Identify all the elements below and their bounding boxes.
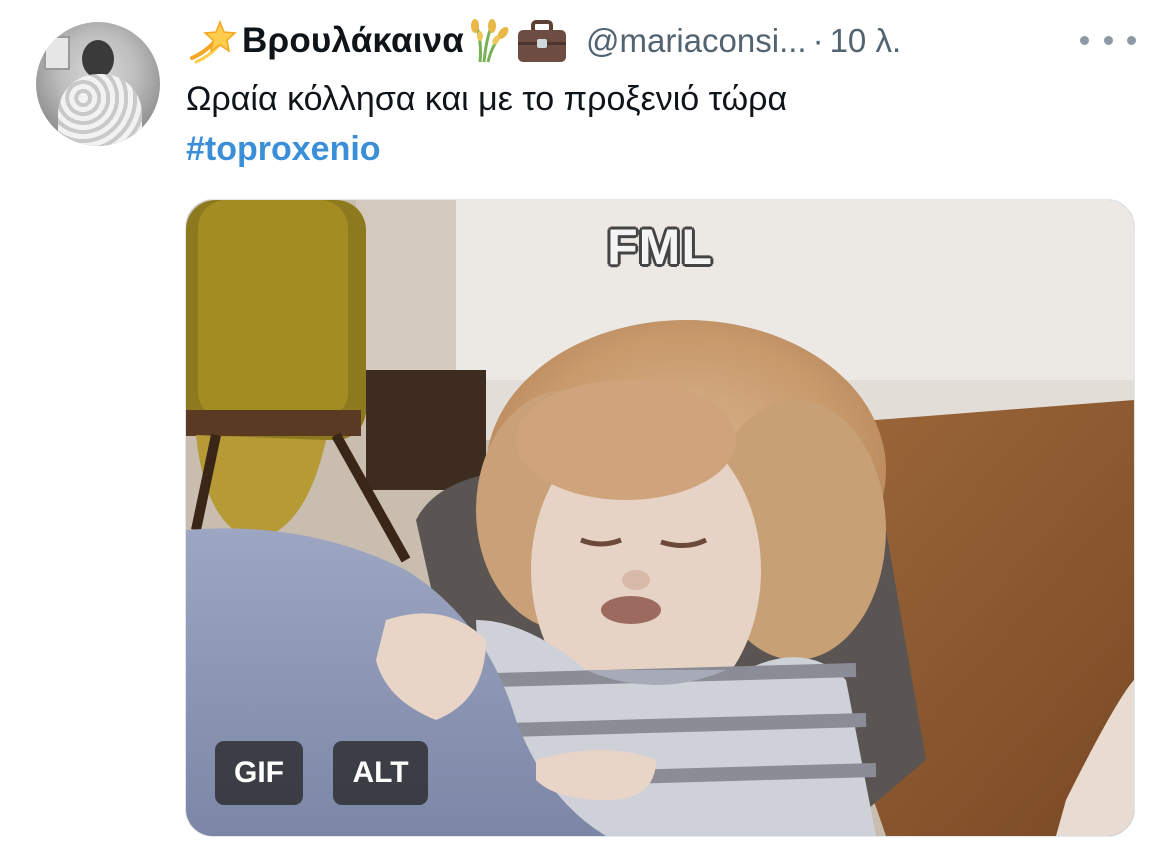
tweet-body: Ωραία κόλλησα και με το προξενιό τώρα bbox=[186, 80, 788, 118]
user-avatar[interactable] bbox=[36, 22, 160, 146]
dizzy-star-icon bbox=[190, 19, 237, 64]
tweet-timestamp[interactable]: 10 λ. bbox=[830, 22, 902, 60]
sheaf-of-rice-icon bbox=[471, 19, 509, 63]
hashtag-link[interactable]: #toproxenio bbox=[186, 124, 787, 174]
avatar-person-head bbox=[82, 40, 114, 78]
briefcase-icon bbox=[518, 20, 567, 62]
user-handle[interactable]: @mariaconsi... bbox=[586, 22, 807, 60]
tweet-gif-media[interactable]: FML GIF ALT bbox=[185, 199, 1135, 837]
gif-frame-image bbox=[186, 200, 1134, 836]
avatar-background-frame bbox=[44, 36, 70, 70]
avatar-person-body bbox=[58, 74, 142, 146]
gif-caption-text: FML bbox=[607, 219, 713, 275]
alt-text-badge[interactable]: ALT bbox=[333, 741, 428, 805]
tweet-header: Βρουλάκαινα @mariaconsi... · 10 λ. bbox=[186, 14, 901, 68]
tweet-text: Ωραία κόλλησα και με το προξενιό τώρα #t… bbox=[186, 74, 787, 174]
more-dot bbox=[1103, 35, 1113, 45]
more-options-icon[interactable] bbox=[1080, 24, 1136, 56]
display-name[interactable]: Βρουλάκαινα bbox=[242, 21, 464, 61]
separator-dot: · bbox=[812, 22, 824, 59]
more-dot bbox=[1127, 35, 1136, 45]
more-dot bbox=[1080, 35, 1089, 45]
gif-badge[interactable]: GIF bbox=[215, 741, 303, 805]
